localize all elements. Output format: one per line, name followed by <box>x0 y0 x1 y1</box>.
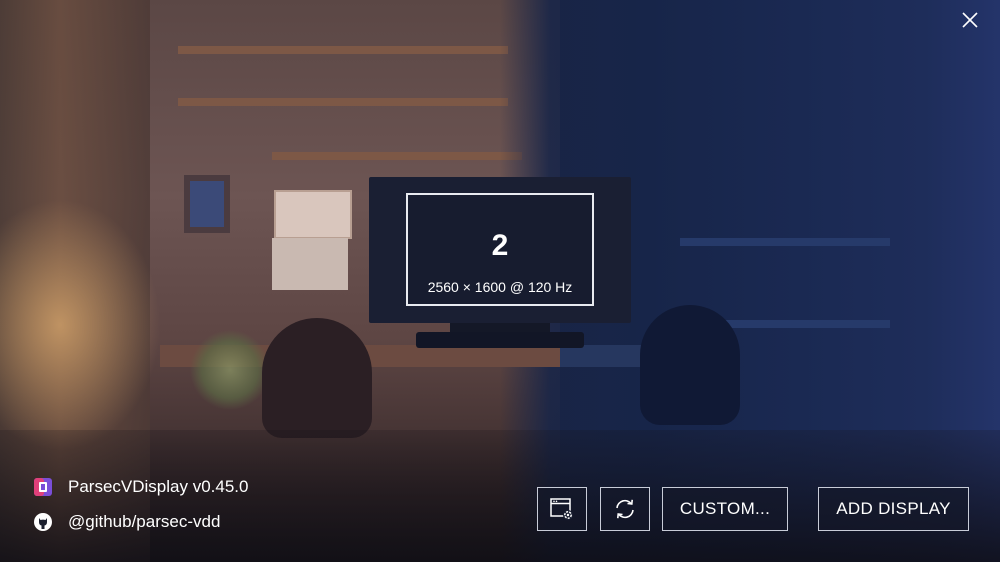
background-poster <box>274 190 352 239</box>
github-icon <box>32 511 54 533</box>
close-icon <box>962 12 978 28</box>
refresh-button[interactable] <box>600 487 650 531</box>
app-window: 2 2560 × 1600 @ 120 Hz ParsecVDisplay v0… <box>0 0 1000 562</box>
display-settings-button[interactable] <box>537 487 587 531</box>
background-picture-frame <box>184 175 230 233</box>
background-person <box>262 318 372 438</box>
background-person <box>640 305 740 425</box>
virtual-display-tile[interactable]: 2 2560 × 1600 @ 120 Hz <box>406 193 594 306</box>
background-shelf <box>680 238 890 246</box>
parsec-logo-icon <box>32 476 54 498</box>
refresh-icon <box>616 499 634 519</box>
display-settings-icon <box>550 498 573 520</box>
background-monitor-base <box>416 332 584 348</box>
background-shelf <box>178 46 508 54</box>
background-plant <box>190 330 270 410</box>
add-display-button[interactable]: ADD DISPLAY <box>818 487 969 531</box>
github-handle: @github/parsec-vdd <box>68 512 221 531</box>
app-name-row: ParsecVDisplay v0.45.0 <box>32 474 248 500</box>
github-link[interactable]: @github/parsec-vdd <box>32 509 248 535</box>
app-info: ParsecVDisplay v0.45.0 @github/parsec-vd… <box>32 474 248 544</box>
display-number: 2 <box>491 229 509 262</box>
background-calendar <box>272 238 348 290</box>
background-shelf <box>272 152 522 160</box>
background-shelf <box>178 98 508 106</box>
close-button[interactable] <box>956 6 984 34</box>
custom-button[interactable]: CUSTOM... <box>662 487 788 531</box>
app-name-version: ParsecVDisplay v0.45.0 <box>68 477 249 496</box>
display-mode: 2560 × 1600 @ 120 Hz <box>427 279 573 295</box>
